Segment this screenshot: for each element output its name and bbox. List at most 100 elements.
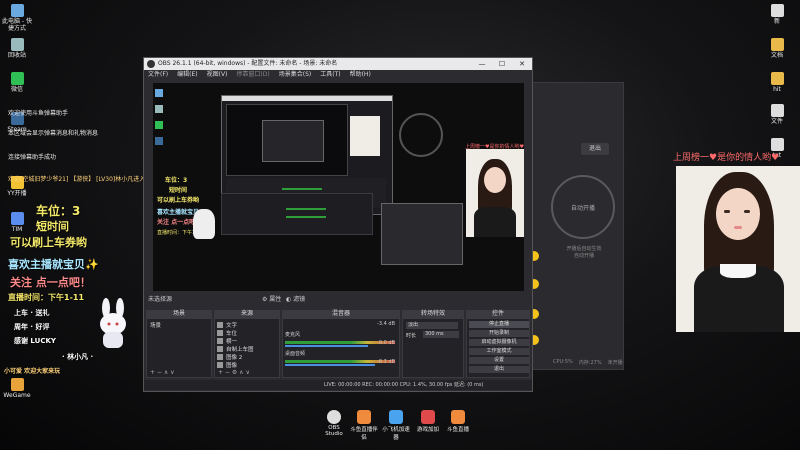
overlay-text: 直播时间：下午1-11 — [8, 293, 85, 302]
window-title: OBS 26.1.1 (64-bit, windows) - 配置文件: 未命名… — [158, 60, 338, 67]
danmu-message: 本区域会显示弹幕消息和礼物消息 — [8, 130, 99, 137]
menu-file[interactable]: 文件(F) — [148, 70, 168, 80]
desktop-icon-right-1[interactable]: 新 — [762, 4, 792, 25]
source-item[interactable]: 图像 — [217, 361, 287, 369]
menu-help[interactable]: 帮助(H) — [350, 70, 371, 80]
mascot-sticker — [96, 298, 130, 350]
taskbar-game-plus[interactable]: 游戏加加 — [414, 410, 442, 433]
text-source-icon — [217, 330, 223, 336]
menu-tools[interactable]: 工具(T) — [320, 70, 340, 80]
danmu-message: 欢迎[空城旧梦少爷21] 【游侠】 [LV30]林小凡进入直播间 — [8, 176, 164, 183]
folder-icon — [770, 38, 784, 51]
desktop-icon-recycle-bin[interactable]: 回收站 — [2, 38, 32, 59]
scenes-dock-header: 场景 — [146, 310, 212, 318]
menu-edit[interactable]: 编辑(E) — [177, 70, 197, 80]
file-icon — [770, 104, 784, 117]
menu-docks[interactable]: 停靠窗口(D) — [236, 70, 269, 80]
memory-stat: 内存:27% — [578, 360, 602, 366]
duration-label: 时长 — [406, 333, 417, 339]
start-recording-button[interactable]: 开始录制 — [469, 330, 529, 337]
menu-view[interactable]: 视图(V) — [207, 70, 228, 80]
controls-dock: 停止直播 开始录制 启动虚拟摄像机 工作室模式 设置 退出 — [466, 318, 530, 378]
source-item[interactable]: 横一 — [217, 337, 287, 345]
sources-dock-header: 来源 — [214, 310, 280, 318]
obs-logo-icon — [147, 60, 155, 68]
image-source-icon — [217, 346, 223, 352]
camera-stream-view — [676, 166, 800, 332]
streaming-assistant-panel: 退出 自动开播 开播后自动生效 自动开播 CPU:5% 内存:27% 未开播 — [520, 82, 624, 370]
nested-ring — [399, 113, 443, 157]
mixer-dock-header: 混音器 — [282, 310, 400, 318]
transitions-dock: 淡出 时长 300 ms — [402, 318, 464, 378]
douyu-icon — [451, 410, 465, 424]
overlay-small: · 林小凡 · — [62, 353, 94, 361]
taskbar-obs[interactable]: OBS Studio — [320, 410, 348, 437]
game-plus-icon — [421, 410, 435, 424]
wechat-icon — [10, 72, 24, 85]
mixer-channel[interactable]: -8.3 dB — [285, 359, 395, 366]
preview-stream-image — [466, 149, 524, 237]
menu-scene-collection[interactable]: 场景集合(S) — [279, 70, 312, 80]
preview-stream-title: 上周榜一♥是你的情人哟♥ — [465, 144, 524, 150]
transitions-dock-header: 转场特效 — [402, 310, 464, 318]
preview-canvas[interactable]: 上周榜一♥是你的情人哟♥ 车位：3 短时间 可以刷上车券哟 喜欢主播就宝贝✨ 关… — [153, 83, 524, 291]
nested-docks — [221, 193, 373, 235]
hint-text: 自动开播 — [573, 253, 594, 259]
scene-controls[interactable]: + − ∧ ∨ — [150, 369, 175, 376]
desktop-icon-wechat[interactable]: 微信 — [2, 72, 32, 93]
preview-mascot — [193, 209, 215, 239]
no-source-label: 未选择源 — [148, 296, 173, 303]
filters-button[interactable]: ◐ 滤镜 — [286, 295, 305, 304]
folder-icon — [770, 72, 784, 85]
source-toolbar: 未选择源 ⚙ 属性 ◐ 滤镜 — [144, 295, 532, 304]
desktop-icon-right-2[interactable]: 文档 — [762, 38, 792, 59]
danmu-message: 欢迎使用斗鱼弹幕助手 — [8, 110, 69, 117]
overlay-text: 可以刷上车券哟 — [10, 236, 87, 249]
preview-overlay-text: 车位：3 — [165, 177, 188, 184]
desktop-icon-right-4[interactable]: 文件 — [762, 104, 792, 125]
transition-select[interactable]: 淡出 — [406, 322, 458, 329]
virtual-camera-button[interactable]: 启动虚拟摄像机 — [469, 339, 529, 346]
nested-panel — [381, 203, 463, 265]
close-button[interactable]: ✕ — [512, 58, 532, 70]
desktop-icon-right-3[interactable]: hit — [762, 72, 792, 93]
desktop-icon-tim[interactable]: TIM — [2, 212, 32, 233]
preview-overlay-text: 短时间 — [169, 187, 188, 194]
taskbar-douyu-live[interactable]: 斗鱼直播 — [444, 410, 472, 433]
overlay-small: 小可爱 欢迎大家来玩 — [4, 368, 61, 375]
mixer-dock: 麦克风 -3.4 dB 桌面音频 0.0 dB -8.3 dB — [282, 318, 400, 378]
desktop-icon-computer[interactable]: 此电脑 - 快捷方式 — [2, 4, 32, 32]
exit-button[interactable]: 退出 — [581, 143, 609, 155]
settings-button[interactable]: 设置 — [469, 357, 529, 364]
image-source-icon — [217, 354, 223, 360]
source-item[interactable]: 文字 — [217, 321, 287, 329]
hint-text: 开播后自动生效 — [566, 246, 602, 252]
source-item[interactable]: 图像 2 — [217, 353, 287, 361]
controls-dock-header: 控件 — [466, 310, 530, 318]
auto-start-ring[interactable]: 自动开播 — [551, 175, 615, 239]
overlay-small: 上车 · 送礼 — [14, 309, 50, 317]
minimize-button[interactable]: — — [472, 58, 492, 70]
obs-icon — [327, 410, 341, 424]
desktop-icon-wegame[interactable]: WeGame — [2, 378, 32, 399]
maximize-button[interactable]: ☐ — [492, 58, 512, 70]
file-icon — [770, 4, 784, 17]
preview-overlay-text: 可以刷上车券哟 — [157, 197, 200, 204]
taskbar-douyu-assistant[interactable]: 斗鱼直播伴侣 — [350, 410, 378, 441]
obs-titlebar[interactable]: OBS 26.1.1 (64-bit, windows) - 配置文件: 未命名… — [144, 58, 532, 70]
taskbar-accelerator[interactable]: 小飞机加速器 — [382, 410, 410, 441]
stop-streaming-button[interactable]: 停止直播 — [469, 321, 529, 328]
exit-obs-button[interactable]: 退出 — [469, 366, 529, 373]
tim-icon — [10, 212, 24, 225]
volume-slider[interactable] — [285, 364, 351, 366]
properties-button[interactable]: ⚙ 属性 — [262, 295, 281, 304]
source-item[interactable]: 车位 — [217, 329, 287, 337]
source-item[interactable]: 自制上车图 — [217, 345, 287, 353]
studio-mode-button[interactable]: 工作室模式 — [469, 348, 529, 355]
duration-field[interactable]: 300 ms — [423, 331, 459, 338]
source-controls[interactable]: + − ⚙ ∧ ∨ — [218, 369, 250, 376]
image-source-icon — [217, 362, 223, 368]
status-bar: LIVE: 00:00:00 REC: 00:00:00 CPU: 1.4%, … — [144, 380, 532, 390]
scene-item[interactable]: 场景 — [150, 321, 161, 329]
text-source-icon — [217, 322, 223, 328]
